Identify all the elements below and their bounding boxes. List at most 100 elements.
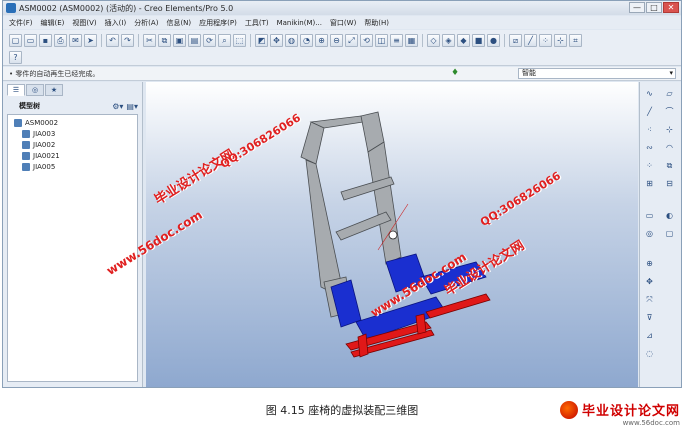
- point-icon[interactable]: ⁖: [644, 124, 655, 135]
- spin-center-icon[interactable]: ✥: [270, 33, 283, 47]
- menu-insert[interactable]: 插入(I): [105, 18, 127, 28]
- csys-icon[interactable]: ⊹: [664, 124, 675, 135]
- datum-points-icon[interactable]: ⁘: [539, 33, 552, 47]
- navigator-panel: ☰ ◎ ★ 模型树 ⚙▾ ▤▾ ASM0002 JIA003 JIA002 JI…: [3, 82, 143, 387]
- create-component-icon[interactable]: ⊟: [664, 178, 675, 189]
- tab-folder-browser[interactable]: ◎: [26, 84, 44, 96]
- save-icon[interactable]: ▪: [39, 33, 52, 47]
- wireframe-icon[interactable]: ◇: [427, 33, 440, 47]
- filter-icon[interactable]: ⊽: [644, 312, 655, 323]
- axis-icon[interactable]: ╱: [644, 106, 655, 117]
- toolbar-row-1: ▢ ▭ ▪ ⎙ ✉ ➤ ↶ ↷ ✂ ⧉ ▣ ▤ ⟳ ⌕ ⬚ ◩ ✥ ◍ ◔ ⊕ …: [9, 32, 582, 48]
- analysis-icon[interactable]: ◠: [664, 142, 675, 153]
- extrude-icon[interactable]: ▭: [644, 210, 655, 221]
- curve-icon[interactable]: ⌒: [664, 106, 675, 117]
- menu-applications[interactable]: 应用程序(P): [199, 18, 237, 28]
- menu-info[interactable]: 信息(N): [166, 18, 191, 28]
- logo-icon: [559, 400, 578, 419]
- regenerate-icon[interactable]: ⟳: [203, 33, 216, 47]
- view-manager-icon[interactable]: ▦: [405, 33, 418, 47]
- selection-filter[interactable]: 智能 ▾: [518, 68, 676, 79]
- paste-icon[interactable]: ▣: [173, 33, 186, 47]
- measure-icon[interactable]: ⊿: [644, 330, 655, 341]
- paste-special-icon[interactable]: ▤: [188, 33, 201, 47]
- maximize-button[interactable]: □: [646, 2, 662, 13]
- shading-icon[interactable]: ■: [472, 33, 485, 47]
- layers-icon[interactable]: ≡: [390, 33, 403, 47]
- menu-view[interactable]: 视图(V): [72, 18, 96, 28]
- repaint-icon[interactable]: ◩: [255, 33, 268, 47]
- site-logo: 毕业设计论文网 www.56doc.com: [559, 400, 680, 427]
- menu-edit[interactable]: 编辑(E): [41, 18, 65, 28]
- toolbar-separator: [504, 33, 505, 47]
- tree-node-label: JIA002: [33, 140, 56, 149]
- print-icon[interactable]: ⎙: [54, 33, 67, 47]
- find-icon[interactable]: ⌕: [218, 33, 231, 47]
- undo-icon[interactable]: ↶: [106, 33, 119, 47]
- reorient-icon[interactable]: ⟲: [360, 33, 373, 47]
- coordinate-systems-icon[interactable]: ⊹: [554, 33, 567, 47]
- tree-node[interactable]: JIA003: [8, 128, 137, 139]
- lightbulb-icon[interactable]: ♦: [450, 68, 460, 79]
- tree-node[interactable]: JIA002: [8, 139, 137, 150]
- tree-root[interactable]: ASM0002: [8, 117, 137, 128]
- email-icon[interactable]: ✉: [69, 33, 82, 47]
- redo-icon[interactable]: ↷: [121, 33, 134, 47]
- feature-toolbar: ∿ ▱ ╱ ⌒ ⁖ ⊹ ∾ ◠ ⁘ ⧉ ⊞ ⊟ ▭ ◐ ◎ ▢ ⊕ ✥ ⤧ ⊽ …: [639, 82, 681, 387]
- context-help-icon[interactable]: ?: [9, 50, 22, 64]
- plane-icon[interactable]: ▱: [664, 88, 675, 99]
- app-icon: [6, 3, 16, 13]
- drag-icon[interactable]: ✥: [644, 276, 655, 287]
- menu-analysis[interactable]: 分析(A): [134, 18, 158, 28]
- menu-window[interactable]: 窗口(W): [330, 18, 356, 28]
- zoom-out-icon[interactable]: ⊖: [330, 33, 343, 47]
- component-icon[interactable]: ⊞: [644, 178, 655, 189]
- hole-icon[interactable]: ◎: [644, 228, 655, 239]
- no-hidden-icon[interactable]: ◆: [457, 33, 470, 47]
- menu-help[interactable]: 帮助(H): [364, 18, 389, 28]
- model-tree-header: 模型树 ⚙▾ ▤▾: [7, 99, 138, 113]
- orient-icon[interactable]: ◍: [285, 33, 298, 47]
- joint-marker: [388, 230, 398, 240]
- spline-icon[interactable]: ∾: [644, 142, 655, 153]
- show-icon[interactable]: ▤▾: [126, 102, 138, 111]
- refit-icon[interactable]: ⤢: [345, 33, 358, 47]
- menu-file[interactable]: 文件(F): [9, 18, 33, 28]
- pattern-icon[interactable]: ⁘: [644, 160, 655, 171]
- tree-node[interactable]: JIA0021: [8, 150, 137, 161]
- tab-model-tree[interactable]: ☰: [7, 84, 25, 96]
- datum-planes-icon[interactable]: ⧄: [509, 33, 522, 47]
- toolbar-separator: [101, 33, 102, 47]
- menu-tools[interactable]: 工具(T): [245, 18, 269, 28]
- orient-mode-icon[interactable]: ◔: [300, 33, 313, 47]
- tab-favorites[interactable]: ★: [45, 84, 63, 96]
- datum-axes-icon[interactable]: ╱: [524, 33, 537, 47]
- mirror-icon[interactable]: ⧉: [664, 160, 675, 171]
- interference-icon[interactable]: ◌: [644, 348, 655, 359]
- graphics-area[interactable]: [146, 82, 638, 387]
- send-icon[interactable]: ➤: [84, 33, 97, 47]
- cut-icon[interactable]: ✂: [143, 33, 156, 47]
- menu-manikin[interactable]: Manikin(M)...: [277, 19, 322, 27]
- appearance-icon[interactable]: ●: [487, 33, 500, 47]
- annotation-display-icon[interactable]: ⌗: [569, 33, 582, 47]
- zoom-in-icon[interactable]: ⊕: [315, 33, 328, 47]
- explode-icon[interactable]: ⤧: [644, 294, 655, 305]
- sketch-icon[interactable]: ∿: [644, 88, 655, 99]
- copy-icon[interactable]: ⧉: [158, 33, 171, 47]
- settings-icon[interactable]: ⚙▾: [112, 102, 123, 111]
- new-icon[interactable]: ▢: [9, 33, 22, 47]
- minimize-button[interactable]: —: [629, 2, 645, 13]
- close-button[interactable]: ✕: [663, 2, 679, 13]
- select-box-icon[interactable]: ⬚: [233, 33, 246, 47]
- part-icon: [22, 162, 30, 171]
- assemble-icon[interactable]: ⊕: [644, 258, 655, 269]
- tree-node[interactable]: JIA005: [8, 161, 137, 172]
- model-tree: ASM0002 JIA003 JIA002 JIA0021 JIA005: [7, 114, 138, 382]
- revolve-icon[interactable]: ◐: [664, 210, 675, 221]
- shell-icon[interactable]: ▢: [664, 228, 675, 239]
- open-icon[interactable]: ▭: [24, 33, 37, 47]
- toolbar-row-2: ?: [9, 49, 22, 65]
- hidden-line-icon[interactable]: ◈: [442, 33, 455, 47]
- saved-views-icon[interactable]: ◫: [375, 33, 388, 47]
